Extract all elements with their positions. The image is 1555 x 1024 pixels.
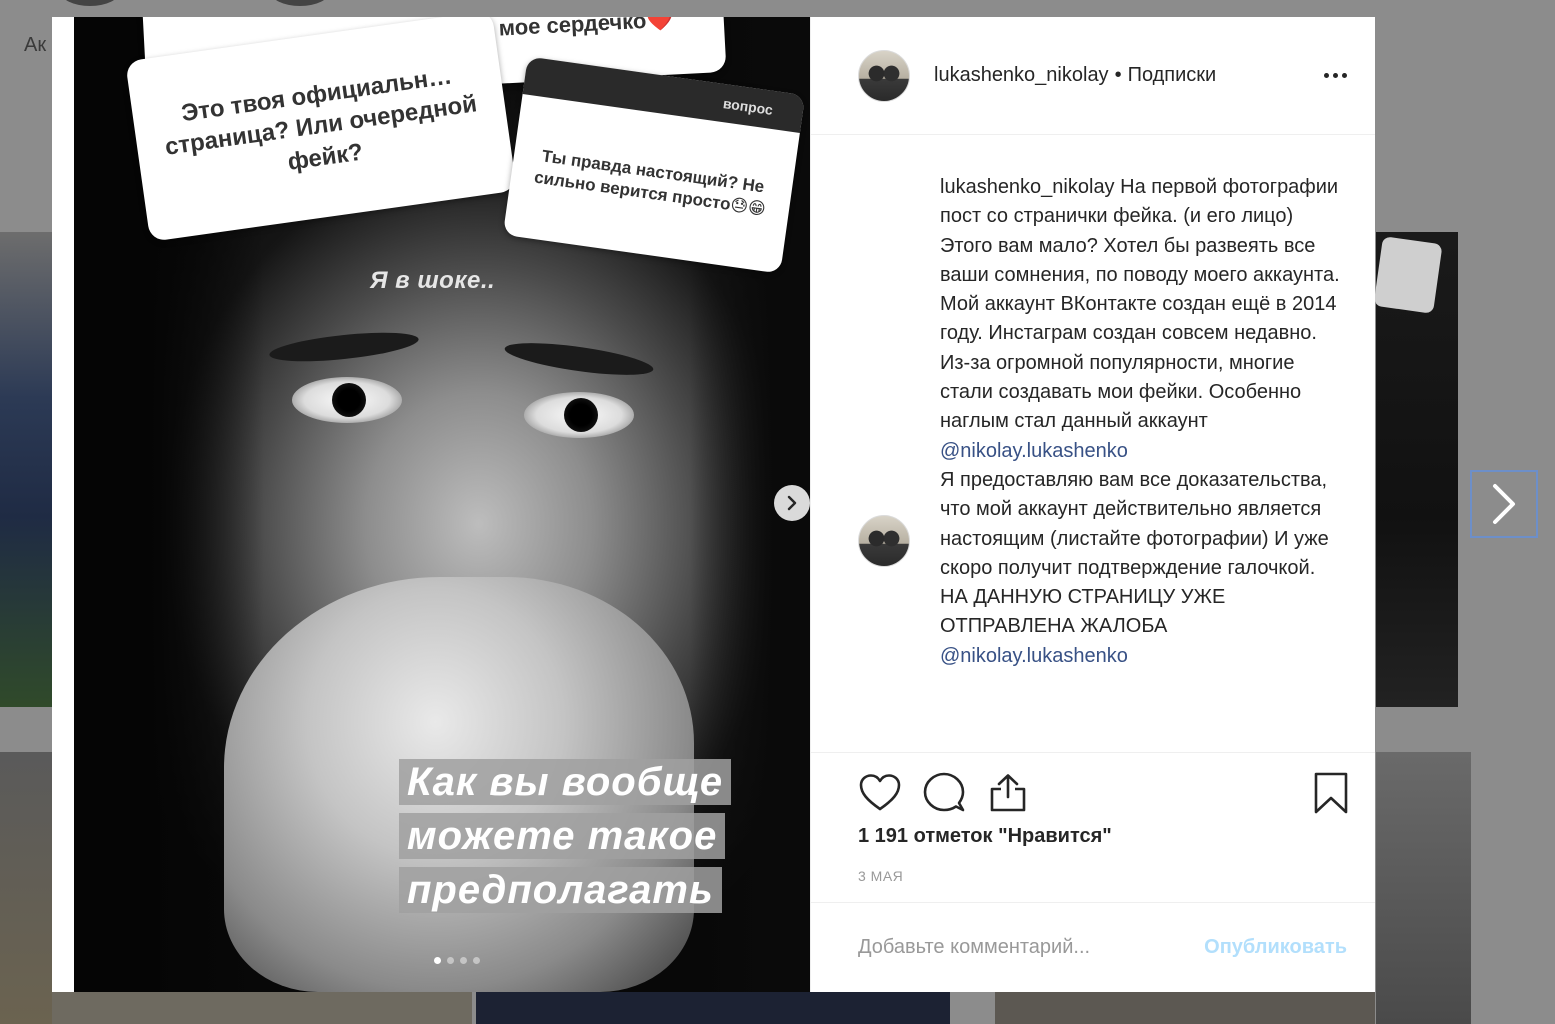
chevron-right-icon [1493, 484, 1515, 524]
photo-eye [524, 392, 634, 438]
bookmark-icon [1314, 772, 1348, 814]
more-options-button[interactable] [1315, 61, 1355, 91]
post-header: lukashenko_nikolay • Подписки [811, 17, 1375, 135]
comment-form: Опубликовать [811, 902, 1375, 992]
story-caption-line: предполагать [399, 867, 722, 913]
post-date[interactable]: 3 МАЯ [858, 868, 1353, 884]
photo-eye [292, 377, 402, 423]
header-separator: • [1114, 64, 1122, 86]
carousel-dot [434, 957, 441, 964]
comment-button[interactable] [922, 771, 966, 815]
post-sidebar: lukashenko_nikolay • Подписки lukashenko_n… [810, 17, 1375, 992]
mention-link[interactable]: @nikolay.lukashenko [940, 645, 1128, 667]
more-icon [1323, 73, 1329, 78]
story-caption-line: можете такое [399, 813, 726, 859]
publish-button[interactable]: Опубликовать [1204, 936, 1347, 959]
story-avatar[interactable] [60, 0, 120, 6]
chevron-right-icon [787, 495, 797, 511]
author-avatar[interactable] [858, 49, 910, 102]
question-text: Ты правда настоящий? Не сильно верится п… [533, 146, 767, 219]
background-label: Ак [24, 34, 47, 56]
story-caption: Как вы вообще можете такое предполагать [399, 759, 732, 913]
story-avatar[interactable] [270, 0, 330, 6]
story-question-bubble: вопрос Ты правда настоящий? Не сильно ве… [502, 56, 806, 274]
like-button[interactable] [858, 771, 902, 815]
following-button[interactable]: Подписки [1128, 64, 1217, 86]
post-media: …ое мое сердечко❤️ Это твоя официальн… с… [52, 17, 810, 992]
mention-link[interactable]: @nikolay.lukashenko [940, 440, 1128, 462]
caption-text-part: На первой фотографии пост со странички ф… [940, 176, 1340, 433]
comment-input[interactable] [858, 936, 1205, 959]
caption-text-part: Я предоставляю вам все доказательства, ч… [940, 468, 1329, 638]
carousel-next-button[interactable] [774, 485, 810, 521]
carousel-dot [460, 957, 467, 964]
author-username[interactable]: lukashenko_nikolay [934, 64, 1109, 86]
more-icon [1341, 73, 1347, 78]
next-post-button[interactable] [1470, 470, 1538, 538]
carousel-dot [447, 957, 454, 964]
story-caption-line: Как вы вообще [399, 759, 732, 805]
story-shock-text: Я в шоке.. [370, 267, 496, 294]
comment-icon [923, 772, 965, 812]
grid-thumbnail[interactable] [52, 992, 472, 1024]
action-row [858, 753, 1353, 833]
photo-brow [268, 327, 420, 367]
post-actions: 1 191 отметок "Нравится" 3 МАЯ [811, 752, 1375, 902]
share-icon [990, 774, 1026, 812]
photo-brow [503, 336, 655, 382]
post-photo[interactable]: …ое мое сердечко❤️ Это твоя официальн… с… [74, 17, 810, 992]
share-button[interactable] [986, 771, 1030, 815]
post-modal: …ое мое сердечко❤️ Это твоя официальн… с… [52, 17, 1375, 992]
caption-author-avatar[interactable] [858, 515, 910, 567]
heart-icon [859, 774, 901, 811]
grid-thumbnail[interactable] [995, 992, 1375, 1024]
comments-section: lukashenko_nikolay На первой фотографии … [811, 135, 1375, 752]
grid-thumbnail[interactable] [1376, 752, 1471, 1024]
grid-thumbnail-sticker [1373, 236, 1443, 314]
carousel-dot [473, 957, 480, 964]
grid-thumbnail[interactable] [0, 752, 52, 1024]
post-caption: lukashenko_nikolay На первой фотографии … [940, 173, 1345, 671]
likes-count[interactable]: 1 191 отметок "Нравится" [858, 825, 1353, 848]
save-button[interactable] [1309, 771, 1353, 815]
caption-username[interactable]: lukashenko_nikolay [940, 176, 1115, 198]
grid-thumbnail[interactable] [0, 232, 52, 707]
header-user-line: lukashenko_nikolay • Подписки [934, 64, 1216, 87]
carousel-indicator [434, 957, 480, 964]
more-icon [1332, 73, 1338, 78]
grid-thumbnail[interactable] [476, 992, 950, 1024]
